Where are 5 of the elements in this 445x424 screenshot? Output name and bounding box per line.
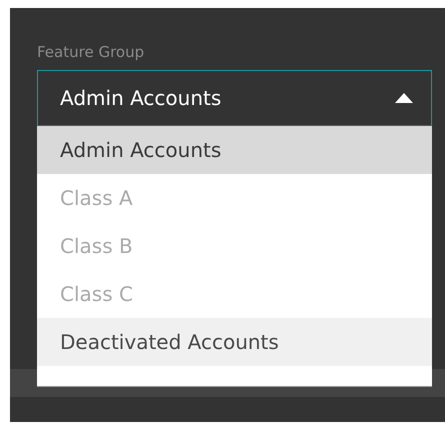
field-label: Feature Group	[37, 43, 144, 61]
menu-item[interactable]: Deactivated Accounts	[37, 318, 432, 366]
caret-icon	[395, 93, 413, 103]
dropdown-field[interactable]: Admin Accounts	[37, 70, 432, 126]
menu-item[interactable]: Admin Accounts	[37, 126, 432, 174]
